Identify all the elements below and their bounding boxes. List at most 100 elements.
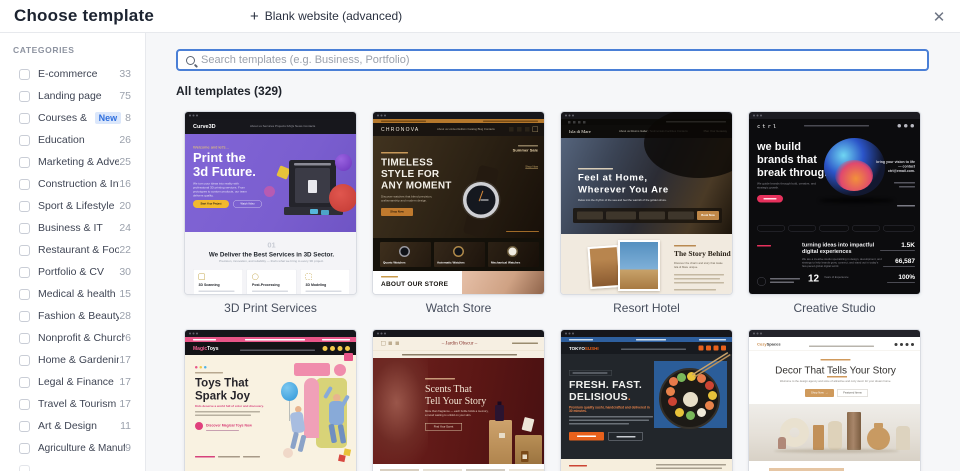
category-count: 33 [119,68,131,80]
perfume-bottle-dark [495,401,504,421]
category-label: Agriculture & Manufacturing [38,442,126,454]
sidebar-item-nonprofit-church[interactable]: Nonprofit & Church 6 [0,327,145,349]
sidebar-item-portfolio-cv[interactable]: Portfolio & CV 30 [0,261,145,283]
template-card-toy-store[interactable]: MagicToys Toys That Spark Joy Kids deserv… [184,329,357,471]
story-photo [587,244,622,290]
service-card: 3D Scanning [193,269,243,294]
new-badge: New [94,112,122,124]
category-count: 17 [119,398,131,410]
category-checkbox[interactable] [19,200,30,212]
sidebar-item-courses-coaching[interactable]: Courses & Coaching New8 [0,107,145,129]
close-icon[interactable]: ✕ [928,6,950,28]
category-label: Nonprofit & Church [38,332,126,344]
sidebar-item-landing-page[interactable]: Landing page 75 [0,85,145,107]
browser-dots-icon [753,332,755,335]
footer-logo-icon [757,277,766,286]
balloon [281,382,298,421]
search-bar[interactable] [176,49,929,71]
choose-template-dialog: Choose template + Blank website (advance… [0,0,960,471]
sidebar-item-art-design[interactable]: Art & Design 11 [0,415,145,437]
category-label: Portfolio & CV [38,266,104,278]
sidebar-item-marketing-advertising[interactable]: Marketing & Advertising25 [0,151,145,173]
hero-headline: Toys That Spark Joy [195,376,250,402]
template-preview: MagicToys Toys That Spark Joy Kids deserv… [184,329,357,471]
hero-subtext: Kids deserve a world full of color and d… [195,405,264,408]
booking-field [668,211,694,220]
template-card-resort-hotel[interactable]: Isla di Mare About us Rooms Gallery Test… [560,111,733,315]
browser-chrome [749,330,920,337]
category-checkbox[interactable] [19,376,30,388]
years-stat: 12 [808,273,820,284]
hero-headline: TIMELESS STYLE FOR ANY MOMENT [381,157,452,191]
vases-photo [749,404,920,461]
sidebar-item-legal-finance[interactable]: Legal & Finance 17 [0,371,145,393]
sidebar-item-fashion-beauty[interactable]: Fashion & Beauty 28 [0,305,145,327]
category-label: Fashion & Beauty [38,310,120,322]
category-checkbox[interactable] [19,112,30,124]
category-checkbox[interactable] [19,244,30,256]
category-count: 6 [125,332,131,344]
hero-cta-button: Shop Now [381,208,413,216]
sidebar-item-education[interactable]: Education 26 [0,129,145,151]
sidebar-item-ecommerce[interactable]: E-commerce 33 [0,63,145,85]
category-count: 24 [119,222,131,234]
category-checkbox[interactable] [19,310,30,322]
preview-navbar: CozySpaces [749,337,920,351]
pink-circle [334,364,346,376]
hero-headline: Feel at Home, Wherever You Are [578,172,669,196]
hero-secondary-button [608,432,643,441]
sidebar-item-sport-lifestyle[interactable]: Sport & Lifestyle 20 [0,195,145,217]
category-checkbox[interactable] [19,222,30,234]
category-checkbox[interactable] [19,156,30,168]
category-checkbox[interactable] [19,464,30,471]
browser-chrome [373,330,544,337]
story-body: Discover the charm and story that make I… [674,262,723,269]
child-body [289,411,306,434]
category-checkbox[interactable] [19,332,30,344]
category-checkbox[interactable] [19,398,30,410]
starburst-shape [329,184,356,212]
category-checkbox[interactable] [19,288,30,300]
category-checkbox[interactable] [19,178,30,190]
sidebar-item-medical-health[interactable]: Medical & health 15 [0,283,145,305]
category-checkbox[interactable] [19,354,30,366]
sidebar-item-business-it[interactable]: Business & IT 24 [0,217,145,239]
blank-website-button[interactable]: + Blank website (advanced) [250,9,402,24]
pink-arch [304,378,319,438]
hero-body: We guide brands through bold, creative, … [757,182,816,190]
sidebar-item-restaurant-food[interactable]: Restaurant & Food 22 [0,239,145,261]
sidebar-item-partial[interactable] [0,459,145,471]
template-card-sushi-restaurant[interactable]: TOKYOSUSHI FRESH. FAST. DELISIOUS. Premi… [560,329,733,471]
category-checkbox[interactable] [19,90,30,102]
sidebar-item-travel-tourism[interactable]: Travel & Tourism 17 [0,393,145,415]
preview-header: – Jardin Obscur – [373,337,544,350]
category-checkbox[interactable] [19,134,30,146]
search-input[interactable] [201,54,919,66]
category-label: Home & Gardening [38,354,120,366]
browser-chrome [373,112,544,119]
aside-text: bring your vision to life — contact ctrl… [876,160,915,174]
template-card-perfume-store[interactable]: – Jardin Obscur – Scents That Tell Your S… [372,329,545,471]
portrait-photo [373,358,428,464]
template-card-watch-store[interactable]: CHRONOVA About us Limited Edition Catalo… [372,111,545,315]
section-body: We are a creative studio specializing in… [802,258,882,268]
preview-navbar: MagicToys [185,342,356,355]
printer-buttons [310,209,318,214]
template-name: Watch Store [425,301,492,315]
featured-items-button: Featured Items [837,389,868,397]
sidebar-item-agriculture-manufacturing[interactable]: Agriculture & Manufacturing9 [0,437,145,459]
category-checkbox[interactable] [19,420,30,432]
toy-blocks [343,448,352,457]
category-checkbox[interactable] [19,68,30,80]
products-strip [373,464,544,471]
sidebar-item-construction-interior[interactable]: Construction & Interior16 [0,173,145,195]
category-label: Legal & Finance [38,376,114,388]
template-card-creative-studio[interactable]: ctrl we build brands that break through We… [748,111,921,315]
category-checkbox[interactable] [19,266,30,278]
sidebar-item-home-gardening[interactable]: Home & Gardening 17 [0,349,145,371]
template-card-3d-print-services[interactable]: Curve3D About us Services Projects FAQs … [184,111,357,315]
category-checkbox[interactable] [19,442,30,454]
tile-mechanical: Mechanical Watches [488,242,539,267]
template-card-decor-store[interactable]: CozySpaces Decor That Tells Your Story W… [748,329,921,471]
hero-headline: we build brands that break through [757,140,831,179]
